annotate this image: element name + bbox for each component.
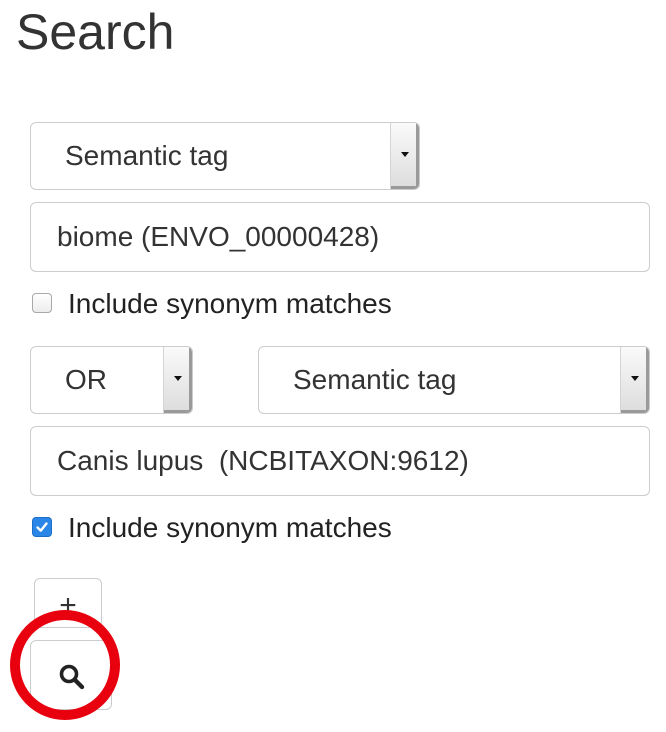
checkmark-icon [36, 522, 48, 532]
dropdown-arrow-icon[interactable] [620, 347, 649, 413]
synonym-label-2: Include synonym matches [68, 512, 392, 543]
synonym-checkbox-1[interactable] [32, 293, 52, 313]
synonym-label-1: Include synonym matches [68, 288, 392, 319]
type-select-2[interactable]: Semantic tag [258, 346, 650, 414]
term-input-2-value: Canis lupus (NCBITAXON:9612) [57, 445, 469, 476]
page-title: Search [16, 4, 175, 60]
term-input-1[interactable]: biome (ENVO_00000428) [30, 202, 650, 272]
type-select-2-value: Semantic tag [293, 364, 457, 395]
type-select-1-value: Semantic tag [65, 140, 229, 171]
synonym-checkbox-2[interactable] [32, 517, 52, 537]
term-input-1-value: biome (ENVO_00000428) [57, 221, 380, 252]
add-term-label: + [59, 589, 77, 622]
dropdown-arrow-icon[interactable] [163, 347, 192, 413]
type-select-1[interactable]: Semantic tag [30, 122, 420, 190]
search-icon [59, 664, 85, 690]
add-term-button[interactable]: + [34, 578, 102, 628]
operator-select[interactable]: OR [30, 346, 193, 414]
operator-select-value: OR [65, 364, 107, 395]
search-button[interactable] [30, 640, 112, 710]
term-input-2[interactable]: Canis lupus (NCBITAXON:9612) [30, 426, 650, 496]
dropdown-arrow-icon[interactable] [390, 123, 419, 189]
